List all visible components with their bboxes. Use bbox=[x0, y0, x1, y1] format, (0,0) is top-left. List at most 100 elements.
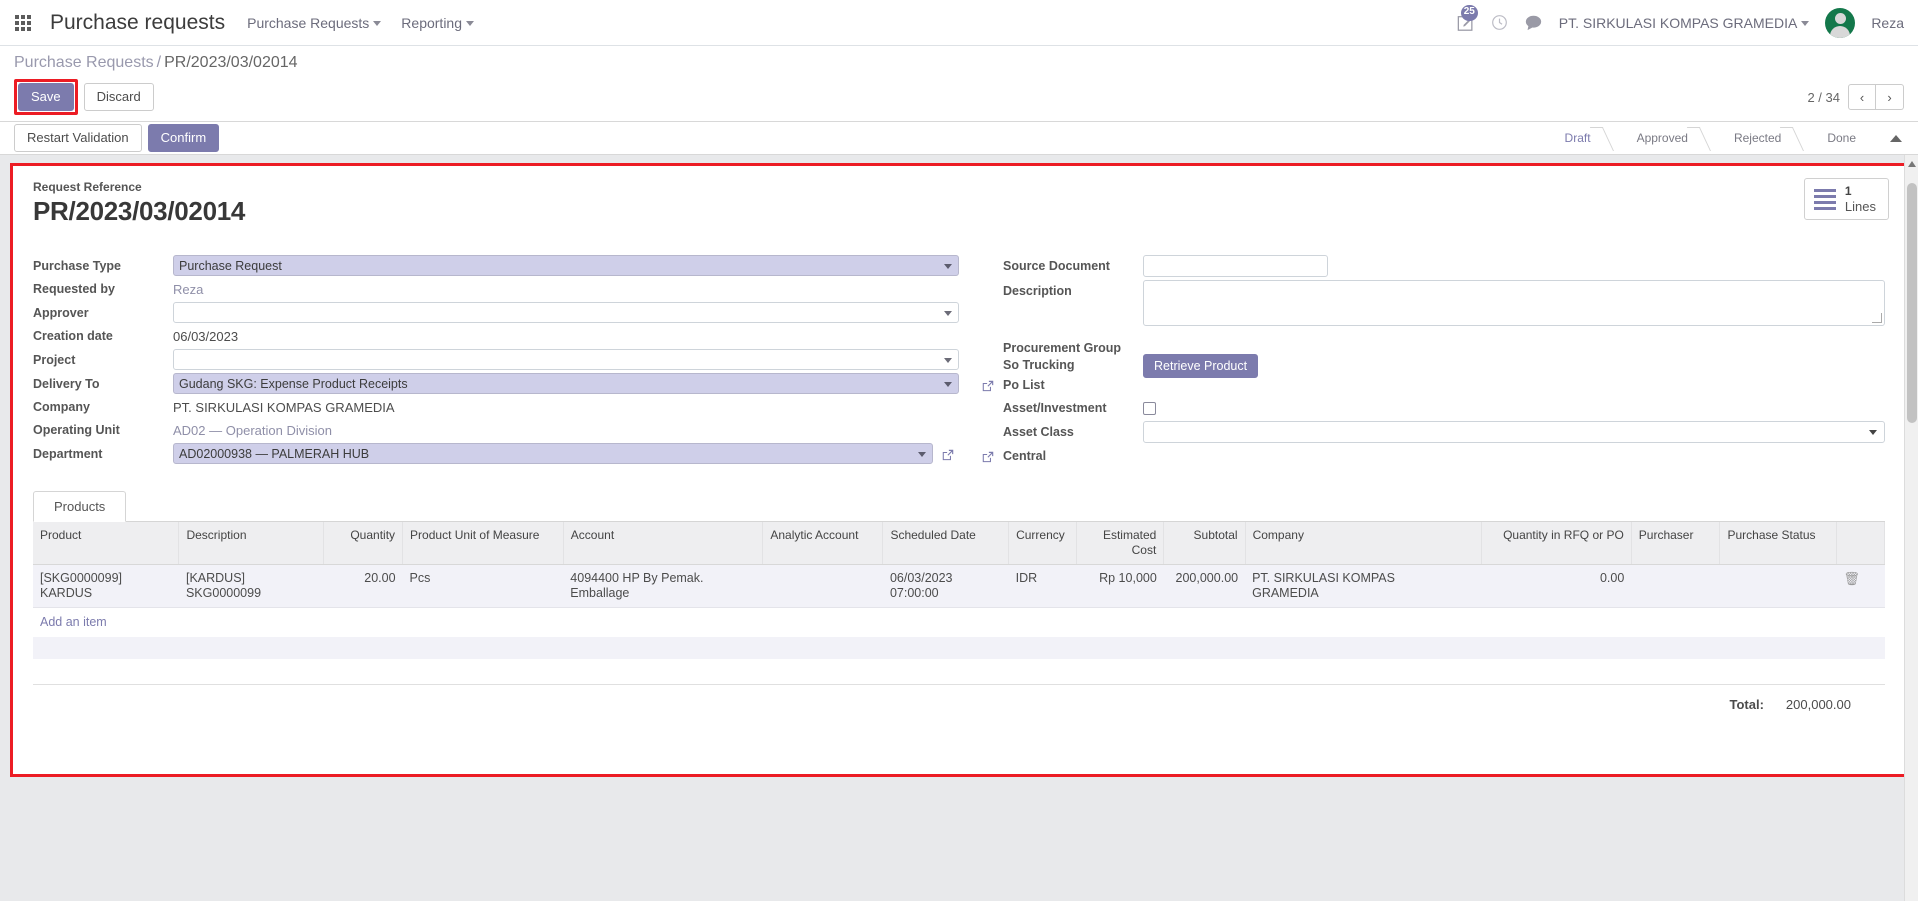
cell-subtotal[interactable]: 200,000.00 bbox=[1163, 564, 1246, 608]
add-item-row: Add an item bbox=[33, 607, 1885, 637]
project-select[interactable] bbox=[173, 349, 959, 370]
department-select[interactable]: AD02000938 — PALMERAH HUB bbox=[173, 443, 933, 464]
table-row[interactable]: [SKG0000099] KARDUS [KARDUS] SKG0000099 … bbox=[33, 564, 1885, 608]
purchase-type-selected: Purchase Request bbox=[179, 258, 282, 273]
order-lines-table: Product Description Quantity Product Uni… bbox=[33, 522, 1886, 659]
user-menu[interactable]: Reza bbox=[1871, 15, 1904, 31]
collapse-up-icon[interactable] bbox=[1890, 134, 1902, 142]
field-purchase-type-label: Purchase Type bbox=[33, 258, 122, 273]
field-source-document-value bbox=[1143, 255, 1885, 277]
confirm-button[interactable]: Confirm bbox=[147, 124, 220, 152]
menu-purchase-requests[interactable]: Purchase Requests bbox=[247, 15, 382, 31]
apps-grid-icon[interactable] bbox=[10, 10, 36, 36]
order-lines-body: [SKG0000099] KARDUS [KARDUS] SKG0000099 … bbox=[33, 564, 1885, 659]
restart-validation-button[interactable]: Restart Validation bbox=[14, 124, 142, 152]
company-switcher[interactable]: PT. SIRKULASI KOMPAS GRAMEDIA bbox=[1559, 15, 1810, 31]
lines-smart-button-text: 1 Lines bbox=[1845, 184, 1876, 214]
save-button[interactable]: Save bbox=[18, 83, 74, 111]
status-step-approved[interactable]: Approved bbox=[1612, 126, 1710, 150]
messages-icon[interactable] bbox=[1524, 14, 1543, 31]
cell-product[interactable]: [SKG0000099] KARDUS bbox=[33, 564, 179, 608]
field-requested-by: Requested by Reza bbox=[33, 279, 959, 299]
field-creation-date-value: 06/03/2023 bbox=[173, 327, 959, 346]
field-project-label: Project bbox=[33, 352, 76, 367]
activity-icon[interactable]: 25 bbox=[1457, 4, 1478, 32]
cell-description[interactable]: [KARDUS] SKG0000099 bbox=[178, 564, 324, 608]
page-title: PR/2023/03/02014 bbox=[33, 196, 246, 226]
status-step-draft[interactable]: Draft bbox=[1540, 126, 1613, 150]
scroll-up-icon[interactable] bbox=[1908, 161, 1916, 167]
procurement-group-label: Procurement Group bbox=[1003, 341, 1122, 355]
chevron-down-icon bbox=[944, 310, 952, 316]
requested-by-link[interactable]: Reza bbox=[173, 280, 959, 299]
retrieve-product-button[interactable]: Retrieve Product bbox=[1143, 354, 1259, 378]
external-link-icon[interactable] bbox=[981, 450, 995, 464]
col-analytic-account: Analytic Account bbox=[762, 522, 884, 565]
so-trucking-label: So Trucking bbox=[1003, 358, 1075, 372]
add-item-cell: Add an item bbox=[33, 607, 1885, 637]
add-an-item-link[interactable]: Add an item bbox=[40, 615, 107, 629]
field-creation-date: Creation date 06/03/2023 bbox=[33, 326, 959, 346]
col-currency: Currency bbox=[1008, 522, 1078, 565]
pager-next-icon[interactable]: › bbox=[1876, 84, 1904, 110]
cell-description-line2: SKG0000099 bbox=[185, 586, 262, 600]
col-account: Account bbox=[563, 522, 764, 565]
sheet-background: 1 Lines Request Reference PR/2023/03/020… bbox=[0, 155, 1918, 901]
cell-account-line1: 4094400 HP By Pemak. bbox=[570, 571, 704, 585]
breadcrumb-root[interactable]: Purchase Requests bbox=[14, 54, 154, 71]
total-value: 200,000.00 bbox=[1785, 697, 1851, 712]
field-description-label: Description bbox=[1003, 284, 1072, 298]
external-link-icon[interactable] bbox=[941, 448, 955, 462]
creation-date-text: 06/03/2023 bbox=[173, 328, 239, 344]
delivery-to-select[interactable]: Gudang SKG: Expense Product Receipts bbox=[173, 373, 959, 394]
tab-products[interactable]: Products bbox=[33, 491, 127, 522]
status-step-done[interactable]: Done bbox=[1803, 126, 1878, 150]
clock-icon[interactable] bbox=[1491, 14, 1508, 31]
field-asset-class: Asset Class bbox=[1003, 421, 1885, 443]
pager-text: 2 / 34 bbox=[1807, 89, 1840, 105]
lines-smart-button[interactable]: 1 Lines bbox=[1803, 178, 1889, 220]
cell-purchaser[interactable] bbox=[1631, 564, 1720, 608]
field-approver: Approver bbox=[33, 302, 959, 323]
description-textarea[interactable] bbox=[1143, 280, 1885, 326]
field-central-label: Central bbox=[1003, 449, 1047, 463]
external-link-icon[interactable] bbox=[981, 379, 995, 393]
pager-previous-icon[interactable]: ‹ bbox=[1848, 84, 1876, 110]
chevron-down-icon bbox=[918, 451, 926, 457]
asset-class-select[interactable] bbox=[1143, 421, 1885, 443]
pager-buttons: ‹ › bbox=[1848, 84, 1904, 110]
cell-uom[interactable]: Pcs bbox=[402, 564, 564, 608]
col-actions bbox=[1836, 522, 1886, 565]
cell-estimated-cost[interactable]: Rp 10,000 bbox=[1076, 564, 1164, 608]
cell-purchase-status[interactable] bbox=[1719, 564, 1837, 608]
vertical-scrollbar[interactable] bbox=[1904, 155, 1918, 901]
table-bottom-band bbox=[33, 659, 1885, 685]
cell-qty-rfq-po[interactable]: 0.00 bbox=[1481, 564, 1632, 608]
discard-button[interactable]: Discard bbox=[83, 83, 154, 111]
menu-reporting-label: Reporting bbox=[401, 14, 462, 31]
operating-unit-link[interactable]: AD02 — Operation Division bbox=[173, 421, 959, 440]
cell-currency[interactable]: IDR bbox=[1008, 564, 1077, 608]
trash-icon[interactable]: 🗑 bbox=[1843, 571, 1860, 586]
menu-reporting[interactable]: Reporting bbox=[401, 15, 474, 31]
approver-select[interactable] bbox=[173, 302, 959, 323]
purchase-type-select[interactable]: Purchase Request bbox=[173, 255, 959, 276]
statusbar-action-buttons: Restart Validation Confirm bbox=[14, 124, 220, 152]
field-procurement-group-label: Procurement Group So Trucking bbox=[1003, 340, 1143, 374]
col-estimated-cost: Estimated Cost bbox=[1076, 522, 1165, 565]
field-central: Central bbox=[982, 446, 1885, 466]
cell-account[interactable]: 4094400 HP By Pemak. Emballage bbox=[563, 564, 763, 608]
avatar[interactable] bbox=[1825, 7, 1856, 38]
cell-delete[interactable]: 🗑 bbox=[1836, 564, 1885, 608]
status-step-rejected[interactable]: Rejected bbox=[1709, 126, 1804, 150]
field-source-document: Source Document bbox=[1003, 255, 1885, 277]
cell-company[interactable]: PT. SIRKULASI KOMPAS GRAMEDIA bbox=[1245, 564, 1482, 608]
field-asset-investment-value bbox=[1143, 401, 1885, 415]
source-document-input[interactable] bbox=[1143, 255, 1328, 277]
field-po-list: Po List bbox=[982, 378, 1885, 398]
cell-quantity[interactable]: 20.00 bbox=[323, 564, 403, 608]
scrollbar-thumb[interactable] bbox=[1907, 183, 1917, 423]
cell-analytic-account[interactable] bbox=[762, 564, 883, 608]
cell-scheduled-date[interactable]: 06/03/2023 07:00:00 bbox=[882, 564, 1009, 608]
asset-investment-checkbox[interactable] bbox=[1143, 401, 1156, 415]
